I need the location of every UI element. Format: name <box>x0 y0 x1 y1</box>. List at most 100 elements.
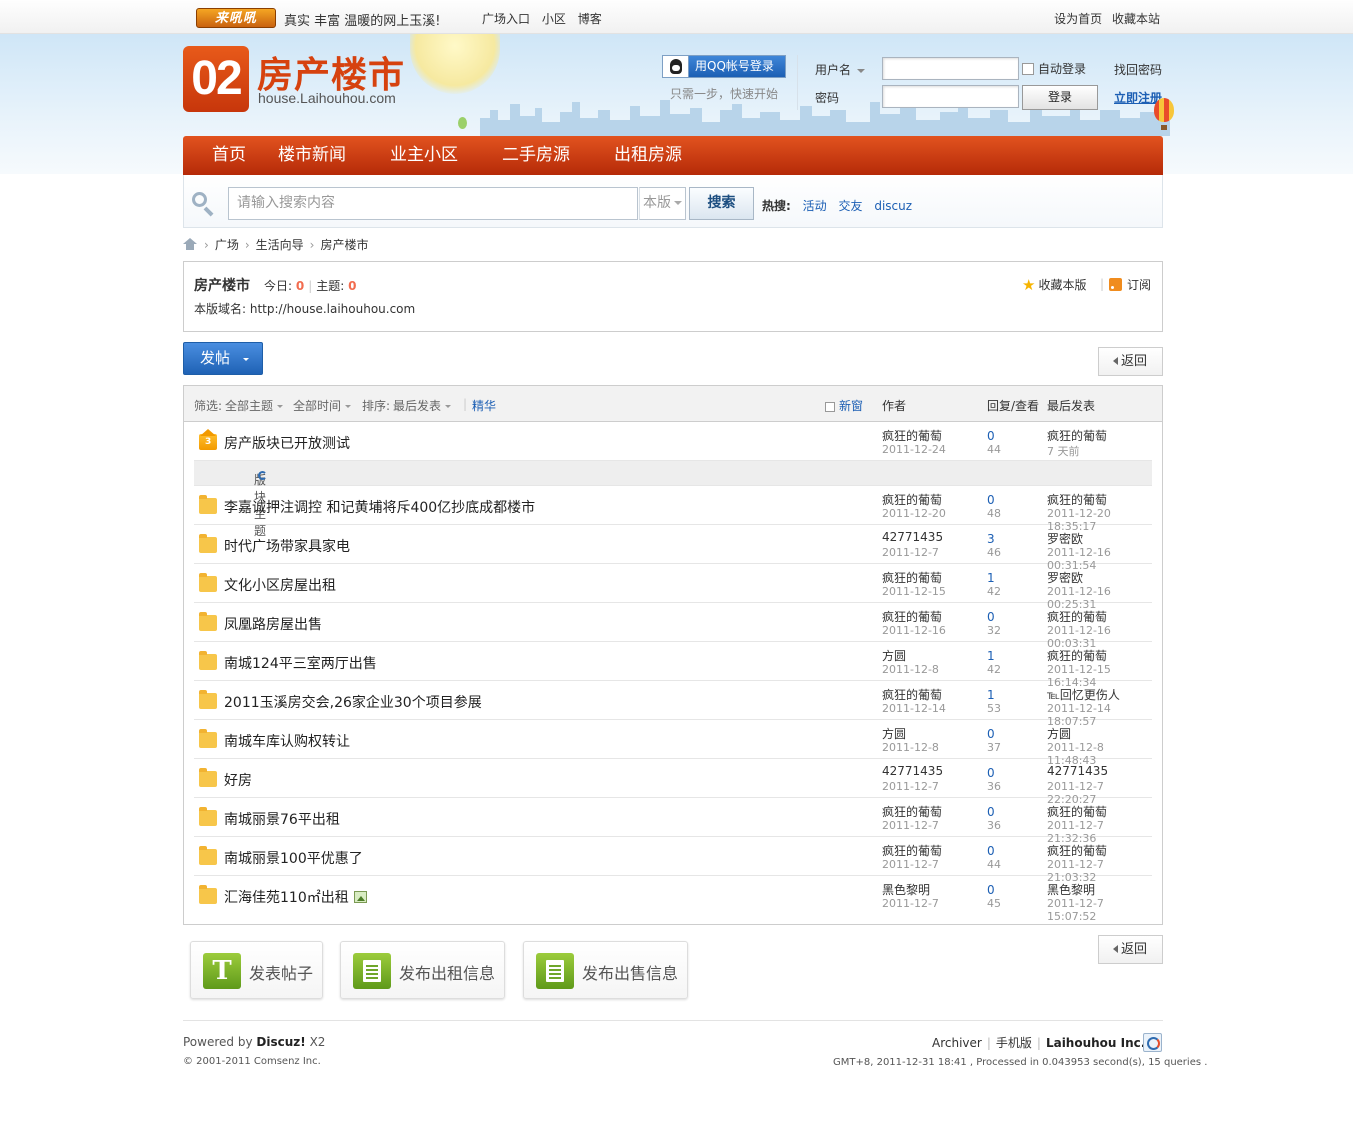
table-row[interactable]: 凤凰路房屋出售 疯狂的葡萄 2011-12-16 0 32 疯狂的葡萄 2011… <box>194 603 1152 650</box>
thread-title[interactable]: 时代广场带家具家电 <box>224 536 350 556</box>
hot-term[interactable]: discuz <box>874 199 912 213</box>
thread-author[interactable]: 疯狂的葡萄 <box>882 608 942 625</box>
thread-author[interactable]: 疯狂的葡萄 <box>882 569 942 586</box>
thread-title[interactable]: 2011玉溪房交会,26家企业30个项目参展 <box>224 692 482 712</box>
last-poster[interactable]: 疯狂的葡萄 <box>1047 427 1107 444</box>
thread-author[interactable]: 疯狂的葡萄 <box>882 803 942 820</box>
search-button[interactable]: 搜索 <box>689 187 754 220</box>
thread-author[interactable]: 方圆 <box>882 647 906 664</box>
filter-all-time[interactable]: 全部时间 <box>293 397 352 414</box>
hot-term[interactable]: 交友 <box>838 199 862 213</box>
top-link-plaza[interactable]: 广场入口 <box>482 12 530 26</box>
top-link-community[interactable]: 小区 <box>542 12 566 26</box>
find-password-link[interactable]: 找回密码 <box>1114 61 1162 78</box>
nav-item-home[interactable]: 首页 <box>212 136 246 175</box>
last-poster[interactable]: 罗密欧 <box>1047 569 1083 586</box>
thread-replies[interactable]: 0 <box>987 610 995 624</box>
thread-replies[interactable]: 1 <box>987 649 995 663</box>
top-link-blog[interactable]: 博客 <box>578 12 602 26</box>
last-poster[interactable]: 罗密欧 <box>1047 530 1083 547</box>
table-row[interactable]: 南城丽景76平出租 疯狂的葡萄 2011-12-7 0 36 疯狂的葡萄 201… <box>194 798 1152 845</box>
thread-title[interactable]: 凤凰路房屋出售 <box>224 614 322 634</box>
table-row[interactable]: 2011玉溪房交会,26家企业30个项目参展 疯狂的葡萄 2011-12-14 … <box>194 681 1152 728</box>
back-button-bottom[interactable]: 返回 <box>1098 935 1163 964</box>
thread-replies[interactable]: 1 <box>987 688 995 702</box>
breadcrumb-item[interactable]: 房产楼市 <box>320 238 368 252</box>
filter-digest[interactable]: 精华 <box>472 397 496 414</box>
security-cert-icon[interactable] <box>1143 1033 1162 1052</box>
thread-title[interactable]: 南城124平三室两厅出售 <box>224 653 377 673</box>
thread-author[interactable]: 疯狂的葡萄 <box>882 427 942 444</box>
favorite-board-link[interactable]: ★ 收藏本版 <box>1022 276 1086 294</box>
table-row[interactable]: 好房 42771435 2011-12-7 0 36 42771435 2011… <box>194 759 1152 806</box>
thread-title[interactable]: 李嘉诚押注调控 和记黄埔将斥400亿抄底成都楼市 <box>224 497 535 517</box>
filter-all-topics[interactable]: 全部主题 <box>225 397 284 414</box>
password-input[interactable] <box>882 85 1019 108</box>
auto-login-checkbox[interactable]: 自动登录 <box>1022 60 1086 77</box>
subscribe-link[interactable]: 订阅 <box>1109 276 1151 293</box>
thread-replies[interactable]: 0 <box>987 766 995 780</box>
last-poster[interactable]: 疯狂的葡萄 <box>1047 803 1107 820</box>
mobile-link[interactable]: 手机版 <box>996 1036 1032 1050</box>
thread-author[interactable]: 疯狂的葡萄 <box>882 842 942 859</box>
table-row[interactable]: 房产版块已开放测试 疯狂的葡萄 2011-12-24 0 44 疯狂的葡萄 7 … <box>194 422 1152 461</box>
thread-replies[interactable]: 0 <box>987 844 995 858</box>
site-logo[interactable]: 来吼吼 <box>196 8 276 28</box>
last-poster[interactable]: 疯狂的葡萄 <box>1047 647 1107 664</box>
thread-author[interactable]: 42771435 <box>882 764 943 778</box>
nav-item-rentals[interactable]: 出租房源 <box>614 136 682 175</box>
last-poster[interactable]: ℡回忆更伤人 <box>1047 686 1120 703</box>
home-icon[interactable] <box>183 238 198 250</box>
last-poster[interactable]: 疯狂的葡萄 <box>1047 608 1107 625</box>
post-thread-button[interactable]: T 发表帖子 <box>190 941 323 999</box>
hot-term[interactable]: 活动 <box>803 199 827 213</box>
product-link[interactable]: Discuz! <box>256 1035 305 1049</box>
table-row[interactable]: 文化小区房屋出租 疯狂的葡萄 2011-12-15 1 42 罗密欧 2011-… <box>194 564 1152 611</box>
search-scope-select[interactable]: 本版 <box>639 187 686 220</box>
thread-title[interactable]: 文化小区房屋出租 <box>224 575 336 595</box>
thread-author[interactable]: 42771435 <box>882 530 943 544</box>
last-poster[interactable]: 疯狂的葡萄 <box>1047 491 1107 508</box>
thread-replies[interactable]: 0 <box>987 493 995 507</box>
archiver-link[interactable]: Archiver <box>932 1036 982 1050</box>
table-row[interactable]: 南城124平三室两厅出售 方圆 2011-12-8 1 42 疯狂的葡萄 201… <box>194 642 1152 689</box>
new-window-toggle[interactable]: 新窗 <box>825 397 863 414</box>
table-row[interactable]: 汇海佳苑110㎡出租 黑色黎明 2011-12-7 0 45 黑色黎明 2011… <box>194 876 1152 923</box>
table-row[interactable]: 李嘉诚押注调控 和记黄埔将斥400亿抄底成都楼市 疯狂的葡萄 2011-12-2… <box>194 486 1152 533</box>
last-poster[interactable]: 疯狂的葡萄 <box>1047 842 1107 859</box>
post-sale-button[interactable]: 发布出售信息 <box>523 941 688 999</box>
thread-title[interactable]: 南城丽景100平优惠了 <box>224 848 363 868</box>
thread-title[interactable]: 南城车库认购权转让 <box>224 731 350 751</box>
sort-last-post[interactable]: 最后发表 <box>393 397 452 414</box>
back-button-top[interactable]: 返回 <box>1098 347 1163 376</box>
breadcrumb-item[interactable]: 广场 <box>215 238 239 252</box>
breadcrumb-item[interactable]: 生活向导 <box>256 238 304 252</box>
thread-replies[interactable]: 3 <box>987 532 995 546</box>
qq-login-button[interactable]: 用QQ帐号登录 <box>662 55 786 78</box>
thread-author[interactable]: 方圆 <box>882 725 906 742</box>
new-post-button[interactable]: 发帖 <box>183 342 263 375</box>
post-rental-button[interactable]: 发布出租信息 <box>340 941 505 999</box>
thread-replies[interactable]: 0 <box>987 727 995 741</box>
nav-item-news[interactable]: 楼市新闻 <box>278 136 346 175</box>
username-type-selector[interactable]: 用户名 <box>815 61 866 78</box>
username-input[interactable] <box>882 57 1019 80</box>
refresh-icon[interactable] <box>258 471 267 480</box>
thread-replies[interactable]: 0 <box>987 883 995 897</box>
thread-replies[interactable]: 1 <box>987 571 995 585</box>
thread-title[interactable]: 房产版块已开放测试 <box>224 433 350 453</box>
nav-item-communities[interactable]: 业主小区 <box>390 136 458 175</box>
thread-author[interactable]: 黑色黎明 <box>882 881 930 898</box>
company-link[interactable]: Laihouhou Inc. <box>1046 1036 1145 1050</box>
search-input[interactable]: 请输入搜索内容 <box>228 187 638 220</box>
last-poster[interactable]: 黑色黎明 <box>1047 881 1095 898</box>
nav-item-second-hand[interactable]: 二手房源 <box>502 136 570 175</box>
table-row[interactable]: 南城丽景100平优惠了 疯狂的葡萄 2011-12-7 0 44 疯狂的葡萄 2… <box>194 837 1152 884</box>
thread-author[interactable]: 疯狂的葡萄 <box>882 686 942 703</box>
table-row[interactable]: 时代广场带家具家电 42771435 2011-12-7 3 46 罗密欧 20… <box>194 525 1152 572</box>
thread-replies[interactable]: 0 <box>987 429 995 443</box>
thread-replies[interactable]: 0 <box>987 805 995 819</box>
last-poster[interactable]: 方圆 <box>1047 725 1071 742</box>
thread-title[interactable]: 汇海佳苑110㎡出租 <box>224 890 349 906</box>
thread-title[interactable]: 好房 <box>224 770 252 790</box>
